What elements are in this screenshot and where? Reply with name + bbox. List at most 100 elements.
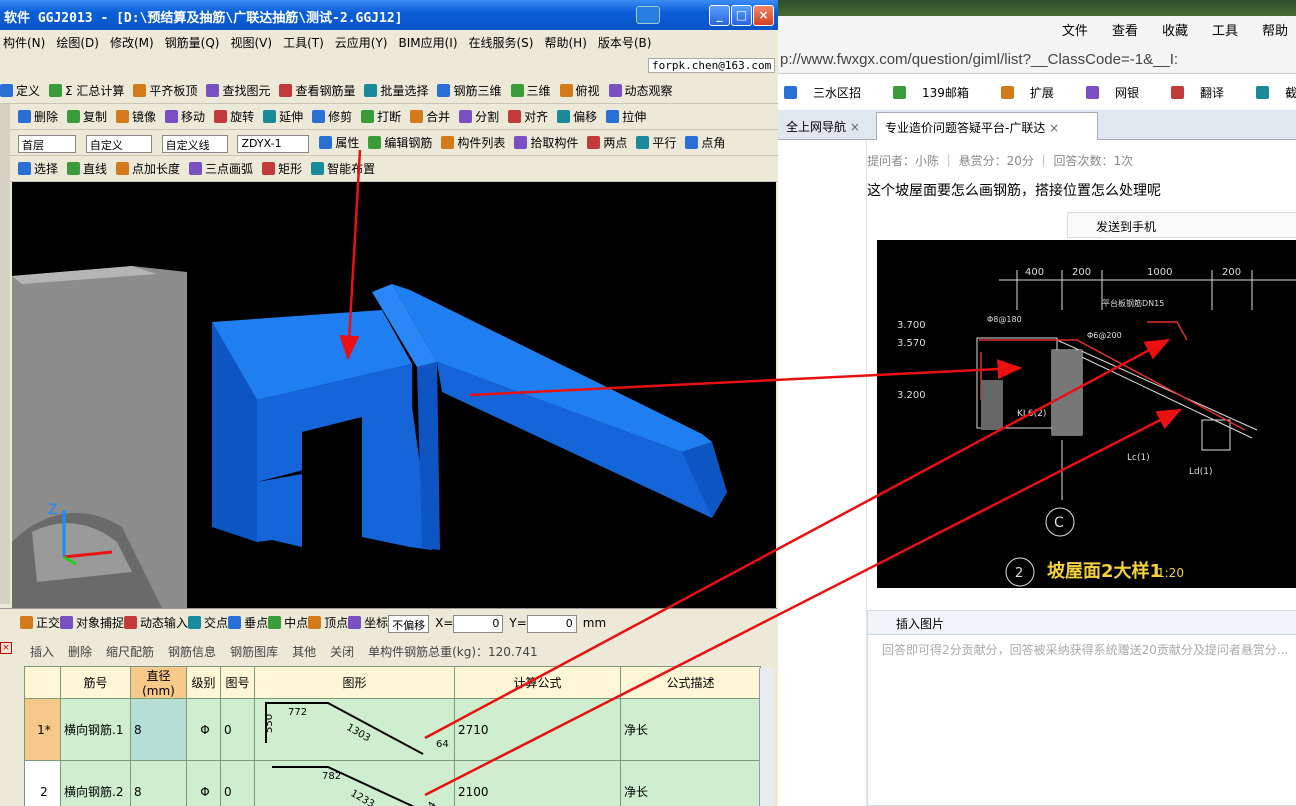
menu-item-2[interactable]: 修改(M) — [110, 36, 154, 50]
close-grid-icon[interactable]: × — [0, 642, 12, 654]
favorite-0[interactable]: 三水区招 — [784, 86, 877, 100]
snap-6[interactable]: 顶点 — [308, 616, 348, 630]
edit-button-1[interactable]: 复制 — [67, 108, 107, 125]
menu-item-3[interactable]: 钢筋量(Q) — [165, 36, 220, 50]
component-button-5[interactable]: 平行 — [636, 134, 676, 151]
browser-menu-3[interactable]: 工具 — [1212, 24, 1238, 39]
menu-item-5[interactable]: 工具(T) — [283, 36, 324, 50]
answer-textarea[interactable]: 回答即可得2分贡献分，回答被采纳获得系统赠送20贡献分及提问者悬赏分... — [868, 635, 1296, 658]
grid-tool-6[interactable]: 关闭 — [330, 645, 354, 659]
x-input[interactable]: 0 — [453, 614, 504, 633]
grid-tool-3[interactable]: 钢筋信息 — [168, 645, 216, 659]
edit-button-7[interactable]: 打断 — [361, 108, 401, 125]
tab-close-icon[interactable]: × — [846, 120, 860, 134]
menu-item-1[interactable]: 绘图(D) — [56, 36, 99, 50]
edit-button-0[interactable]: 删除 — [18, 108, 58, 125]
edit-button-6[interactable]: 修剪 — [312, 108, 352, 125]
toolbar1-button-1[interactable]: Σ 汇总计算 — [49, 82, 124, 99]
grid-tool-1[interactable]: 删除 — [68, 645, 92, 659]
draw-button-4[interactable]: 矩形 — [262, 160, 302, 177]
rebar-formula[interactable]: 2100 — [454, 760, 621, 806]
menu-item-4[interactable]: 视图(V) — [230, 36, 272, 50]
grid-tool-4[interactable]: 钢筋图库 — [230, 645, 278, 659]
snap-2[interactable]: 动态输入 — [124, 616, 188, 630]
menu-item-7[interactable]: BIM应用(I) — [398, 36, 457, 50]
floor-select[interactable]: 首层 — [18, 134, 76, 153]
browser-menu-4[interactable]: 帮助 — [1262, 24, 1288, 39]
component-button-3[interactable]: 拾取构件 — [514, 134, 578, 151]
table-row[interactable]: 1* 横向钢筋.1 8 Φ 0 550 772 1303 64 2710 净长 — [24, 698, 761, 761]
grid-tool-0[interactable]: 插入 — [30, 645, 54, 659]
menu-item-0[interactable]: 构件(N) — [3, 36, 45, 50]
model-canvas[interactable]: Z — [12, 182, 776, 608]
edit-button-8[interactable]: 合并 — [410, 108, 450, 125]
component-button-4[interactable]: 两点 — [587, 134, 627, 151]
draw-button-0[interactable]: 选择 — [18, 160, 58, 177]
snap-0[interactable]: 正交 — [20, 616, 60, 630]
toolbar1-button-4[interactable]: 查看钢筋量 — [279, 82, 355, 99]
draw-button-2[interactable]: 点加长度 — [116, 160, 180, 177]
rebar-diameter[interactable]: 8 — [130, 698, 187, 761]
toolbar1-button-6[interactable]: 钢筋三维 — [437, 82, 502, 99]
grid-scrollbar[interactable] — [759, 668, 773, 806]
favorite-4[interactable]: 翻译 — [1170, 86, 1240, 100]
send-to-phone-button[interactable]: 发送到手机 — [1067, 212, 1296, 238]
favorite-5[interactable]: 截图 — [1255, 86, 1296, 100]
edit-button-4[interactable]: 旋转 — [214, 108, 254, 125]
rebar-description[interactable]: 净长 — [620, 760, 761, 806]
table-row[interactable]: 2横向钢筋.28Φ0 782 1233 64 2100净长 — [24, 760, 761, 806]
account-field[interactable]: forpk.chen@163.com — [648, 58, 776, 73]
code-select[interactable]: ZDYX-1 — [237, 134, 310, 153]
edit-button-3[interactable]: 移动 — [165, 108, 205, 125]
draw-button-5[interactable]: 智能布置 — [311, 160, 375, 177]
rebar-formula[interactable]: 2710 — [454, 698, 621, 761]
offset-select[interactable]: 不偏移 — [388, 614, 430, 633]
component-button-2[interactable]: 构件列表 — [441, 134, 505, 151]
custom-select[interactable]: 自定义 — [85, 134, 152, 153]
browser-menu-2[interactable]: 收藏 — [1162, 24, 1188, 39]
toolbar1-button-9[interactable]: 动态观察 — [608, 82, 673, 99]
rebar-description[interactable]: 净长 — [620, 698, 761, 761]
favorite-2[interactable]: 扩展 — [1000, 86, 1070, 100]
snap-4[interactable]: 垂点 — [228, 616, 268, 630]
maximize-button[interactable]: □ — [731, 5, 752, 26]
tab-close-icon[interactable]: × — [1045, 121, 1059, 135]
insert-image-button[interactable]: 插入图片 — [868, 611, 1296, 635]
component-button-1[interactable]: 编辑钢筋 — [368, 134, 432, 151]
toolbar1-button-8[interactable]: 俯视 — [559, 82, 600, 99]
menu-item-10[interactable]: 版本号(B) — [598, 36, 652, 50]
y-input[interactable]: 0 — [526, 614, 577, 633]
toolbar1-button-5[interactable]: 批量选择 — [364, 82, 428, 99]
menu-item-6[interactable]: 云应用(Y) — [335, 36, 388, 50]
help-icon[interactable] — [636, 6, 660, 24]
snap-5[interactable]: 中点 — [268, 616, 308, 630]
line-type-select[interactable]: 自定义线 — [161, 134, 228, 153]
menu-item-8[interactable]: 在线服务(S) — [469, 36, 534, 50]
edit-button-5[interactable]: 延伸 — [263, 108, 303, 125]
snap-1[interactable]: 对象捕捉 — [60, 616, 124, 630]
rebar-diameter[interactable]: 8 — [130, 760, 187, 806]
edit-button-2[interactable]: 镜像 — [116, 108, 156, 125]
edit-button-11[interactable]: 偏移 — [557, 108, 597, 125]
toolbar1-button-2[interactable]: 平齐板顶 — [133, 82, 197, 99]
close-button[interactable]: × — [753, 5, 774, 26]
snap-7[interactable]: 坐标 — [348, 616, 388, 630]
minimize-button[interactable]: _ — [709, 5, 730, 26]
browser-tab-0[interactable]: 全上网导航 × — [778, 112, 872, 140]
favorite-1[interactable]: 139邮箱 — [893, 86, 985, 100]
browser-tab-1[interactable]: 专业造价问题答疑平台-广联达 × — [876, 112, 1098, 140]
component-button-6[interactable]: 点角 — [685, 134, 725, 151]
favorite-3[interactable]: 网银 — [1085, 86, 1155, 100]
browser-menu-1[interactable]: 查看 — [1112, 24, 1138, 39]
edit-button-10[interactable]: 对齐 — [508, 108, 548, 125]
grid-tool-5[interactable]: 其他 — [292, 645, 316, 659]
address-bar[interactable]: p://www.fwxgx.com/question/giml/list?__C… — [778, 44, 1296, 74]
edit-button-12[interactable]: 拉伸 — [606, 108, 646, 125]
draw-button-3[interactable]: 三点画弧 — [189, 160, 253, 177]
edit-button-9[interactable]: 分割 — [459, 108, 499, 125]
draw-button-1[interactable]: 直线 — [67, 160, 107, 177]
menu-item-9[interactable]: 帮助(H) — [544, 36, 586, 50]
toolbar1-button-7[interactable]: 三维 — [510, 82, 551, 99]
snap-3[interactable]: 交点 — [188, 616, 228, 630]
grid-tool-2[interactable]: 缩尺配筋 — [106, 645, 154, 659]
